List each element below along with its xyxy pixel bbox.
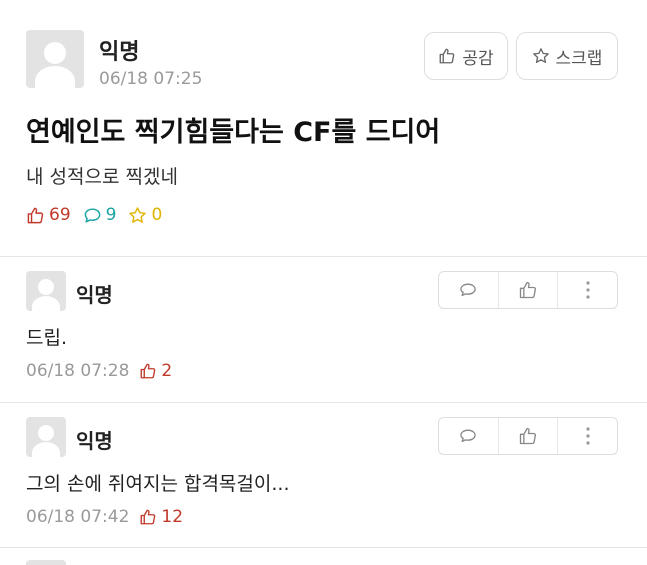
avatar [26,417,66,457]
avatar [26,271,66,311]
comment-actions [438,417,618,455]
thumbs-up-icon [518,426,538,446]
avatar [26,30,84,88]
post-title: 연예인도 찍기힘들다는 CF를 드디어 [26,117,441,148]
comment-timestamp: 06/18 07:42 [26,507,130,527]
like-button[interactable]: 공감 [424,32,508,80]
star-icon [532,47,550,65]
post-body: 내 성적으로 찍겠네 [26,166,178,188]
more-button[interactable] [557,272,617,308]
scrap-button[interactable]: 스크랩 [516,32,618,80]
comment-author: 익명 [76,429,113,453]
comment-like-count: 12 [161,507,184,527]
star-icon [128,206,147,225]
comment-count: 9 [105,205,117,225]
post: 익명 06/18 07:25 공감 스크랩 연예인도 찍기힘들다는 CF를 드디… [0,0,647,256]
comment-like-count: 2 [161,361,173,381]
divider [0,547,647,548]
reply-button[interactable] [439,272,498,308]
comment-meta: 06/18 07:42 12 [26,507,183,527]
speech-bubble-icon [83,206,102,225]
post-timestamp: 06/18 07:25 [99,69,203,89]
like-button-label: 공감 [462,48,494,69]
avatar [26,560,66,565]
comment-like-button[interactable] [497,272,558,308]
scrap-button-label: 스크랩 [555,48,603,69]
comment-text: 그의 손에 쥐여지는 합격목걸이... [26,473,290,495]
comment-timestamp: 06/18 07:28 [26,361,130,381]
comment-author: 익명 [76,283,113,307]
thumbs-up-icon [26,206,45,225]
comment-item: 익명 드립. 06/18 07:28 2 [0,257,647,402]
like-count: 69 [49,205,71,225]
comment-actions [438,271,618,309]
comment-like-button[interactable] [497,418,558,454]
speech-bubble-icon [458,280,478,300]
more-vertical-icon [585,280,591,300]
speech-bubble-icon [458,426,478,446]
post-author: 익명 [99,40,140,65]
thumbs-up-icon [438,47,456,65]
thumbs-up-icon [139,362,157,380]
more-vertical-icon [585,426,591,446]
comment-meta: 06/18 07:28 2 [26,361,172,381]
comment-text: 드립. [26,327,67,349]
thumbs-up-icon [139,508,157,526]
reply-button[interactable] [439,418,498,454]
comment-item: 익명 그의 손에 쥐여지는 합격목걸이... 06/18 07:42 12 [0,403,647,547]
post-stats: 69 9 0 [26,205,162,225]
scrap-count: 0 [151,205,163,225]
more-button[interactable] [557,418,617,454]
thumbs-up-icon [518,280,538,300]
